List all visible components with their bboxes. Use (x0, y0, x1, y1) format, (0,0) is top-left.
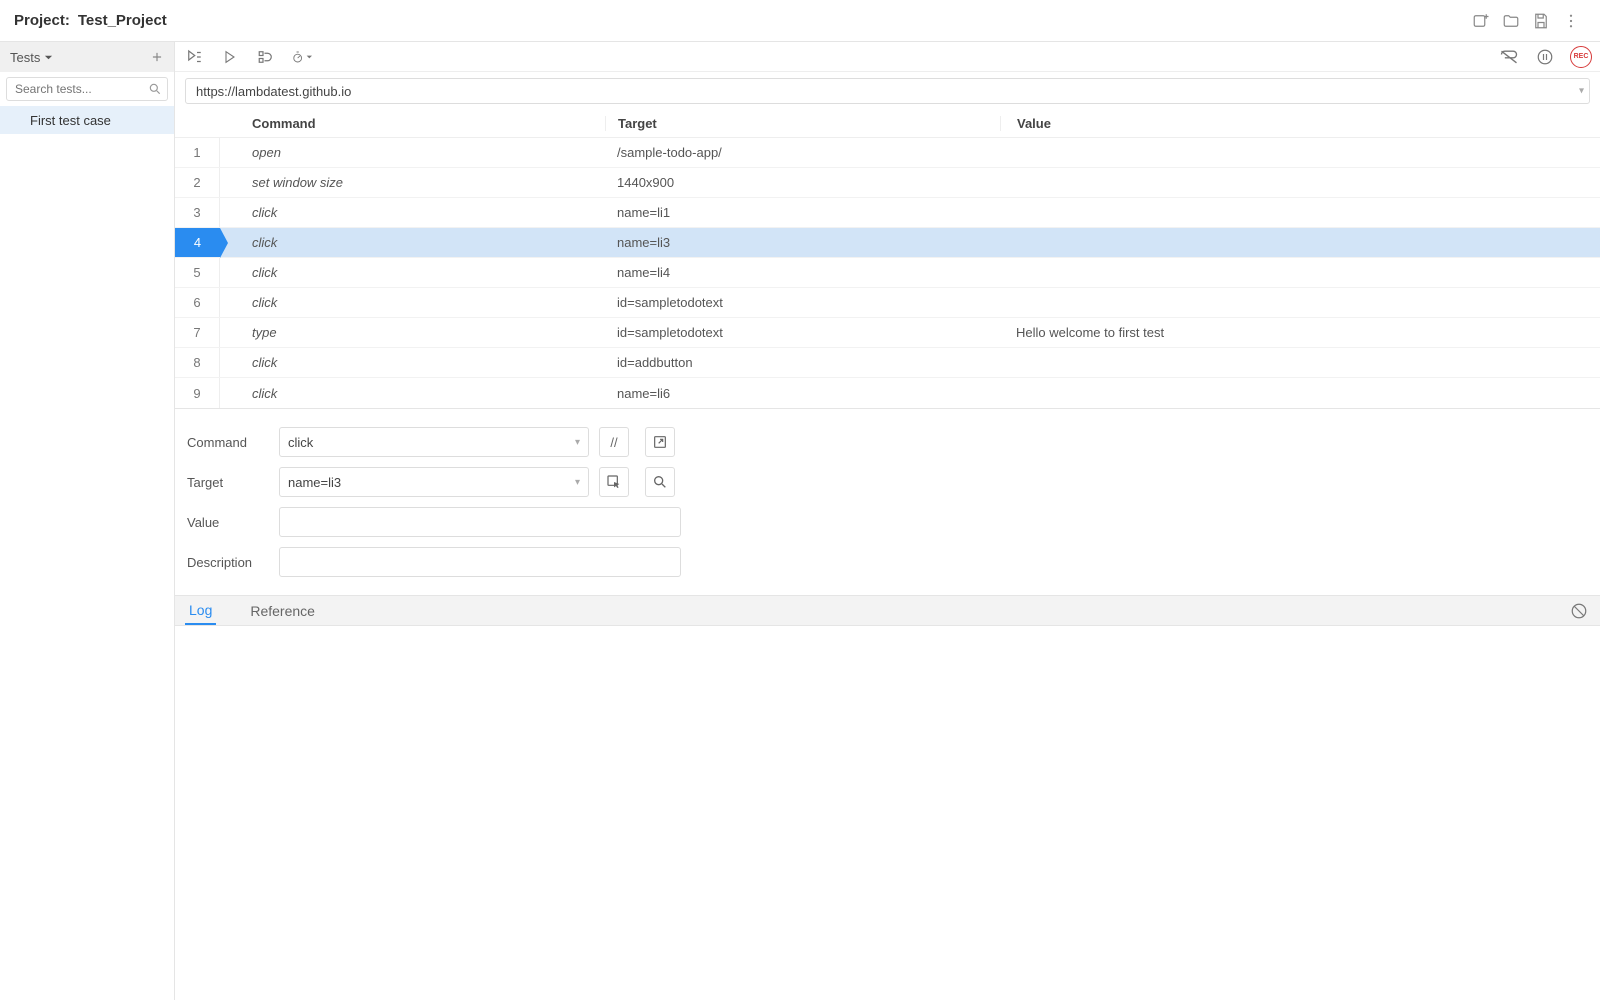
more-menu-icon[interactable] (1556, 6, 1586, 36)
value-input[interactable] (279, 507, 681, 537)
chevron-down-icon (44, 53, 53, 62)
run-current-button[interactable] (219, 46, 241, 68)
record-button[interactable]: REC (1570, 46, 1592, 68)
tests-sidebar: Tests First test case (0, 42, 175, 1000)
row-target: 1440x900 (605, 175, 1000, 190)
row-target: id=sampletodotext (605, 295, 1000, 310)
workspace: Tests First test case (0, 42, 1600, 1000)
find-target-button[interactable] (645, 467, 675, 497)
project-label: Project: (14, 12, 70, 29)
row-number: 4 (175, 228, 220, 257)
row-command: click (220, 205, 605, 220)
row-command: click (220, 295, 605, 310)
search-icon (148, 82, 162, 96)
row-command: type (220, 325, 605, 340)
chevron-down-icon[interactable]: ▾ (1579, 86, 1584, 97)
open-folder-icon[interactable] (1496, 6, 1526, 36)
row-number: 1 (175, 138, 220, 167)
tests-search (0, 72, 174, 106)
table-row[interactable]: 4clickname=li3 (175, 228, 1600, 258)
command-table-body: 1open/sample-todo-app/2set window size14… (175, 138, 1600, 409)
table-row[interactable]: 2set window size1440x900 (175, 168, 1600, 198)
tab-log[interactable]: Log (185, 596, 216, 625)
row-target: name=li6 (605, 386, 1000, 401)
row-target: /sample-todo-app/ (605, 145, 1000, 160)
table-row[interactable]: 3clickname=li1 (175, 198, 1600, 228)
table-row[interactable]: 1open/sample-todo-app/ (175, 138, 1600, 168)
row-command: click (220, 235, 605, 250)
command-select[interactable]: click ▾ (279, 427, 589, 457)
new-project-icon[interactable] (1466, 6, 1496, 36)
toolbar: REC (175, 42, 1600, 72)
tests-title-text: Tests (10, 50, 40, 65)
description-input[interactable] (279, 547, 681, 577)
target-select-value: name=li3 (288, 475, 341, 490)
row-target: name=li4 (605, 265, 1000, 280)
row-value: Hello welcome to first test (1000, 325, 1600, 340)
base-url-input[interactable]: https://lambdatest.github.io (185, 78, 1590, 104)
bottom-tabs: Log Reference (175, 596, 1600, 626)
add-test-button[interactable] (150, 50, 164, 64)
project-name: Test_Project (78, 12, 167, 29)
search-input[interactable] (6, 77, 168, 101)
row-command: click (220, 386, 605, 401)
row-number: 2 (175, 168, 220, 197)
speed-dropdown[interactable] (291, 46, 313, 68)
log-area (175, 626, 1600, 1000)
row-number: 9 (175, 378, 220, 408)
chevron-down-icon (306, 53, 313, 61)
row-number: 5 (175, 258, 220, 287)
header-command: Command (220, 116, 605, 131)
toggle-comment-button[interactable]: // (599, 427, 629, 457)
run-all-button[interactable] (183, 46, 205, 68)
save-icon[interactable] (1526, 6, 1556, 36)
row-command: click (220, 355, 605, 370)
row-target: name=li3 (605, 235, 1000, 250)
table-row[interactable]: 7typeid=sampletodotextHello welcome to f… (175, 318, 1600, 348)
table-row[interactable]: 6clickid=sampletodotext (175, 288, 1600, 318)
header-target: Target (605, 116, 1000, 131)
row-command: open (220, 145, 605, 160)
test-item[interactable]: First test case (0, 106, 174, 134)
base-url-text: https://lambdatest.github.io (196, 84, 351, 99)
row-target: id=addbutton (605, 355, 1000, 370)
main-panel: REC https://lambdatest.github.io ▾ Comma… (175, 42, 1600, 1000)
target-select[interactable]: name=li3 ▾ (279, 467, 589, 497)
tab-reference[interactable]: Reference (246, 596, 319, 625)
description-label: Description (187, 555, 269, 570)
table-row[interactable]: 5clickname=li4 (175, 258, 1600, 288)
command-form: Command click ▾ // Target name=li3 ▾ Value… (175, 409, 1600, 596)
command-table-header: Command Target Value (175, 110, 1600, 138)
row-number: 8 (175, 348, 220, 377)
open-new-window-button[interactable] (645, 427, 675, 457)
row-number: 3 (175, 198, 220, 227)
project-bar: Project: Test_Project (0, 0, 1600, 42)
tests-title[interactable]: Tests (10, 50, 150, 65)
pause-button[interactable] (1534, 46, 1556, 68)
chevron-down-icon: ▾ (575, 437, 580, 448)
row-target: id=sampletodotext (605, 325, 1000, 340)
row-target: name=li1 (605, 205, 1000, 220)
clear-log-button[interactable] (1568, 600, 1590, 622)
select-element-button[interactable] (599, 467, 629, 497)
disable-breakpoints-button[interactable] (1498, 46, 1520, 68)
table-row[interactable]: 9clickname=li6 (175, 378, 1600, 408)
command-select-value: click (288, 435, 313, 450)
value-label: Value (187, 515, 269, 530)
row-number: 6 (175, 288, 220, 317)
row-command: click (220, 265, 605, 280)
row-command: set window size (220, 175, 605, 190)
comment-symbol: // (610, 435, 617, 450)
table-row[interactable]: 8clickid=addbutton (175, 348, 1600, 378)
header-value: Value (1000, 116, 1600, 131)
chevron-down-icon: ▾ (575, 477, 580, 488)
target-label: Target (187, 475, 269, 490)
command-label: Command (187, 435, 269, 450)
url-row: https://lambdatest.github.io ▾ (175, 72, 1600, 110)
row-number: 7 (175, 318, 220, 347)
step-button[interactable] (255, 46, 277, 68)
tests-header: Tests (0, 42, 174, 72)
app-root: Project: Test_Project Tests (0, 0, 1600, 1000)
